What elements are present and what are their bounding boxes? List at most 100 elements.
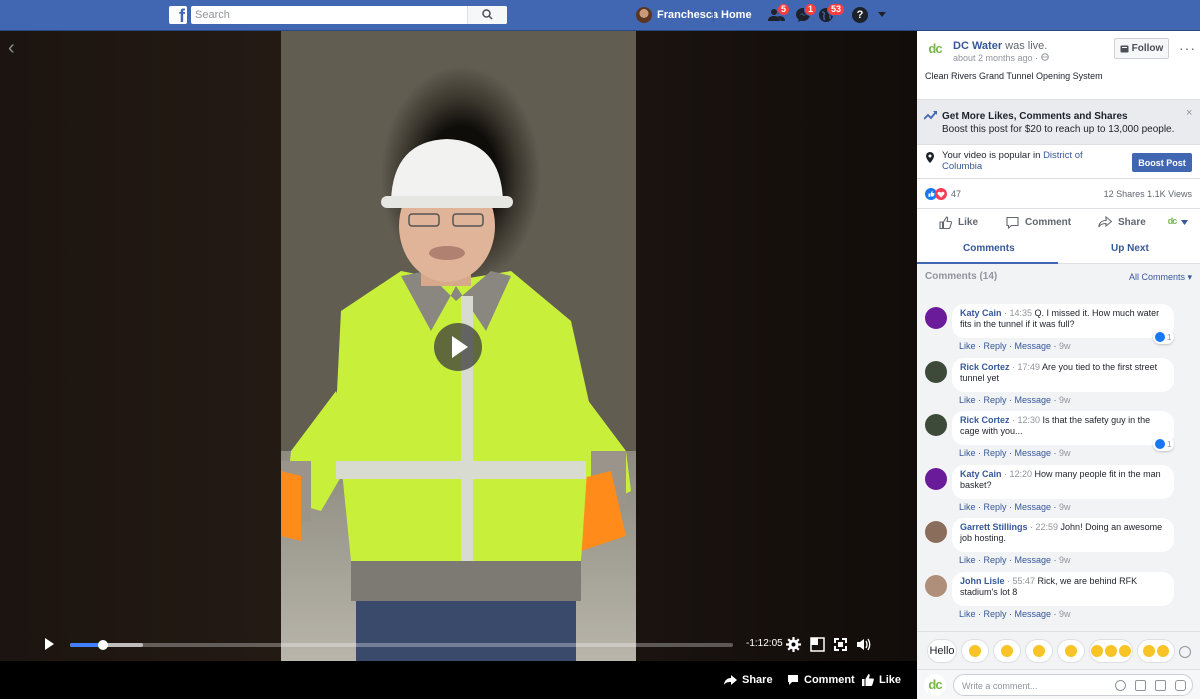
sticker-heart-eyes-emoji[interactable] (993, 639, 1021, 663)
comment-action-links[interactable]: Like · Reply · Message · (959, 502, 1059, 512)
comment-timestamp[interactable]: · 12:30 (1010, 415, 1043, 425)
globe-privacy-icon (1040, 53, 1049, 61)
comment-outline-icon (1006, 216, 1019, 229)
comment-action-links[interactable]: Like · Reply · Message · (959, 341, 1059, 351)
video-backdrop: ‹ (0, 31, 917, 661)
back-arrow-icon[interactable]: ‹ (8, 38, 15, 58)
progress-scrubber-handle[interactable] (98, 640, 109, 650)
comment-action-links[interactable]: Like · Reply · Message · (959, 609, 1059, 619)
commenter-avatar[interactable] (925, 361, 947, 383)
like-love-reactions-icon[interactable] (925, 187, 949, 201)
search-input[interactable] (195, 7, 475, 23)
commenter-name[interactable]: Katy Cain (960, 469, 1002, 479)
commenter-avatar[interactable] (925, 575, 947, 597)
sticker-clap-emoji[interactable] (1025, 639, 1053, 663)
post-as-page-logo-icon[interactable]: dc (1164, 213, 1180, 229)
sticker-icon[interactable] (1175, 680, 1186, 691)
video-comment-button[interactable]: Comment (787, 673, 855, 687)
comment-reactions[interactable]: 1 (1153, 437, 1175, 451)
comment-timestamp[interactable]: · 12:20 (1002, 469, 1035, 479)
home-link[interactable]: Home (721, 9, 752, 21)
sticker-hello[interactable]: Hello (927, 639, 957, 663)
chevron-down-icon[interactable] (1181, 220, 1188, 225)
post-header: dc DC Water was live. about 2 months ago… (917, 31, 1200, 99)
like-button[interactable]: Like (939, 215, 978, 229)
laughing-emoji-icon (969, 645, 981, 657)
comment-actions[interactable]: Like · Reply · Message · 9w (959, 555, 1071, 565)
reaction-count[interactable]: 47 (951, 189, 961, 199)
sticker-triple-heart-eyes-emoji[interactable] (1137, 639, 1175, 663)
settings-gear-icon[interactable] (786, 637, 801, 652)
profile-link[interactable]: Franchesca (636, 7, 718, 23)
sticker-triple-laugh-emoji[interactable] (1089, 639, 1133, 663)
tab-comments[interactable]: Comments (963, 243, 1015, 254)
commenter-avatar[interactable] (925, 307, 947, 329)
comment-reactions[interactable]: 1 (1153, 330, 1175, 344)
volume-icon[interactable] (856, 637, 871, 652)
friend-requests-button[interactable]: 5 (768, 3, 791, 23)
thumbs-up-outline-icon (939, 215, 952, 229)
more-options-icon[interactable]: ··· (1179, 40, 1196, 56)
commenter-name[interactable]: Rick Cortez (960, 362, 1010, 372)
comment-timestamp[interactable]: · 17:49 (1010, 362, 1043, 372)
notifications-button[interactable]: 53 (818, 3, 846, 23)
comment-action-links[interactable]: Like · Reply · Message · (959, 395, 1059, 405)
comment-timestamp[interactable]: · 14:35 (1002, 308, 1035, 318)
video-progress-bar[interactable] (70, 640, 733, 650)
laughing-emoji-icon (1119, 645, 1131, 657)
boost-post-button[interactable]: Boost Post (1132, 153, 1192, 172)
location-pin-icon (926, 152, 934, 163)
follow-button[interactable]: Follow (1114, 38, 1169, 59)
page-name-link[interactable]: DC Water (953, 40, 1002, 52)
fullscreen-icon[interactable] (833, 637, 848, 652)
video-share-button[interactable]: Share (724, 673, 773, 687)
comments-list[interactable]: Comments (14) All Comments ▾ Katy Cain ·… (917, 264, 1200, 631)
tab-up-next[interactable]: Up Next (1111, 243, 1149, 254)
comment-button[interactable]: Comment (1006, 215, 1071, 229)
shares-views-count[interactable]: 12 Shares 1.1K Views (1104, 189, 1192, 199)
sticker-thumbs-up-emoji[interactable] (1057, 639, 1085, 663)
more-stickers-icon[interactable] (1179, 646, 1191, 658)
dc-water-logo-icon[interactable]: dc (924, 38, 946, 60)
comment-actions[interactable]: Like · Reply · Message · 9w (959, 448, 1071, 458)
comment-action-links[interactable]: Like · Reply · Message · (959, 555, 1059, 565)
comment-input[interactable] (962, 679, 1112, 692)
comment-timestamp[interactable]: · 55:47 (1005, 576, 1038, 586)
close-icon[interactable]: × (1186, 107, 1192, 119)
video-play-overlay-button[interactable] (434, 323, 482, 371)
help-icon[interactable]: ? (852, 7, 868, 23)
comment-bubble: Garrett Stillings · 22:59 John! Doing an… (952, 518, 1174, 552)
comment-item: Rick Cortez · 17:49 Are you tied to the … (917, 358, 1200, 410)
camera-icon[interactable] (1135, 680, 1146, 691)
search-button[interactable] (467, 6, 507, 24)
post-timestamp[interactable]: about 2 months ago · (953, 53, 1049, 63)
comment-timestamp[interactable]: · 22:59 (1028, 522, 1061, 532)
comment-actions[interactable]: Like · Reply · Message · 9w (959, 502, 1071, 512)
comment-age: 9w (1059, 395, 1071, 405)
play-icon[interactable] (45, 638, 54, 650)
comment-actions[interactable]: Like · Reply · Message · 9w (959, 609, 1071, 619)
comment-actions[interactable]: Like · Reply · Message · 9w (959, 395, 1071, 405)
commenter-avatar[interactable] (925, 521, 947, 543)
share-button[interactable]: Share (1098, 215, 1146, 229)
commenter-avatar[interactable] (925, 468, 947, 490)
comment-reaction-count: 1 (1167, 439, 1172, 449)
video-like-button[interactable]: Like (862, 673, 901, 687)
account-menu-caret-icon[interactable] (878, 12, 886, 17)
video-player: ‹ -1:12:05 Share Comment Like (0, 31, 917, 699)
messages-button[interactable]: 1 (795, 3, 818, 23)
sticker-laughing-emoji[interactable] (961, 639, 989, 663)
facebook-logo-icon[interactable]: f (169, 6, 187, 24)
all-comments-filter[interactable]: All Comments ▾ (1129, 272, 1192, 283)
commenter-name[interactable]: Katy Cain (960, 308, 1002, 318)
emoji-icon[interactable] (1115, 680, 1126, 691)
comment-actions[interactable]: Like · Reply · Message · 9w (959, 341, 1071, 351)
picture-in-picture-icon[interactable] (810, 637, 825, 652)
commenter-avatar[interactable] (925, 414, 947, 436)
follow-label: Follow (1131, 43, 1164, 54)
commenter-name[interactable]: Rick Cortez (960, 415, 1010, 425)
commenter-name[interactable]: Garrett Stillings (960, 522, 1028, 532)
comment-action-links[interactable]: Like · Reply · Message · (959, 448, 1059, 458)
gif-icon[interactable] (1155, 680, 1166, 691)
commenter-name[interactable]: John Lisle (960, 576, 1005, 586)
